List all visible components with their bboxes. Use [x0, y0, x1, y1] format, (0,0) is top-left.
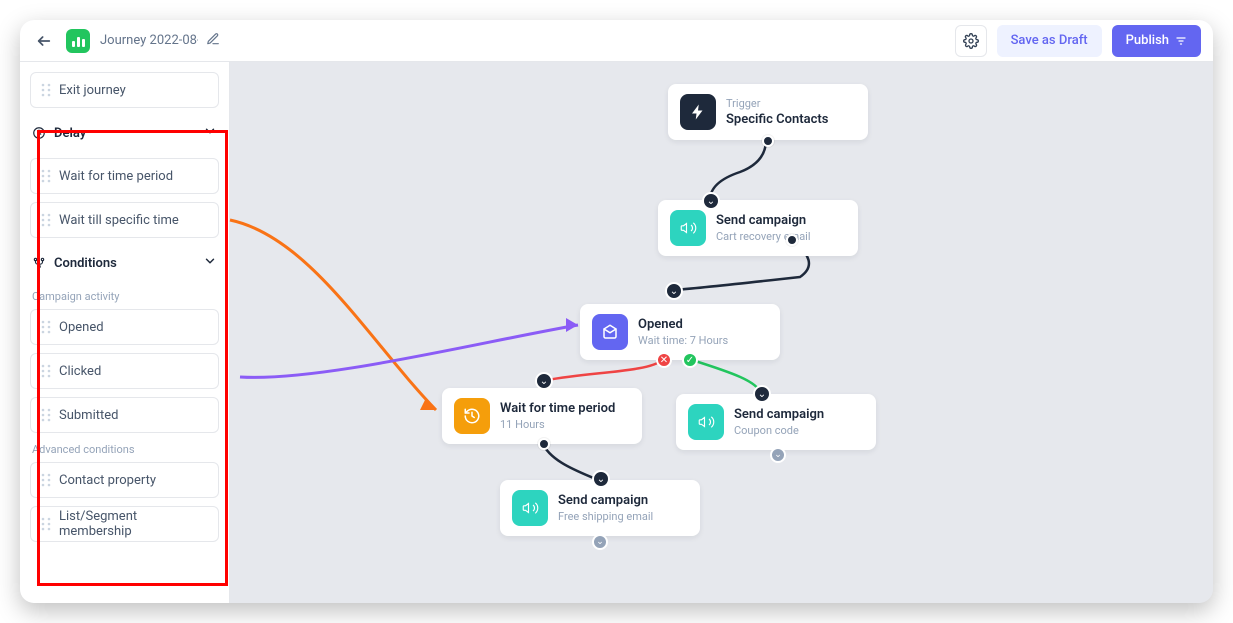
- opened-item[interactable]: Opened: [30, 309, 219, 345]
- drag-icon: [41, 364, 51, 378]
- advanced-conditions-label: Advanced conditions: [30, 441, 219, 462]
- wait-specific-time-item[interactable]: Wait till specific time: [30, 202, 219, 238]
- megaphone-icon: [670, 210, 706, 246]
- back-button[interactable]: [32, 29, 56, 53]
- node-opened[interactable]: Opened Wait time: 7 Hours: [580, 304, 780, 360]
- node-send3-title: Send campaign: [558, 493, 653, 508]
- mail-open-icon: [592, 314, 628, 350]
- history-icon: [454, 398, 490, 434]
- publish-icon: [1175, 35, 1187, 47]
- node-wait-sub: 11 Hours: [500, 418, 615, 431]
- delay-section-header[interactable]: Delay: [30, 116, 219, 150]
- node-send2-title: Send campaign: [734, 407, 824, 422]
- node-send-campaign-2[interactable]: Send campaign Coupon code: [676, 394, 876, 450]
- journey-title[interactable]: Journey 2022-08-3: [100, 33, 198, 48]
- edit-title-icon[interactable]: [206, 32, 220, 50]
- settings-button[interactable]: [955, 25, 987, 57]
- clock-icon: [32, 126, 46, 140]
- node-opened-sub: Wait time: 7 Hours: [638, 334, 728, 347]
- megaphone-icon: [688, 404, 724, 440]
- node-send1-title: Send campaign: [716, 213, 811, 228]
- node-wait[interactable]: Wait for time period 11 Hours: [442, 388, 642, 444]
- drag-icon: [41, 320, 51, 334]
- connector-chevron: ⌄: [753, 385, 771, 403]
- connector-dot: [786, 234, 798, 246]
- connector-chevron: ⌄: [535, 372, 553, 390]
- node-trigger[interactable]: Trigger Specific Contacts: [668, 84, 868, 140]
- chevron-down-icon: [203, 254, 217, 272]
- drag-icon: [41, 83, 51, 97]
- true-branch-icon: ✓: [682, 352, 698, 368]
- connector-chevron: ⌄: [702, 192, 720, 210]
- add-step-button[interactable]: ⌄: [592, 534, 608, 550]
- app-logo: [66, 29, 90, 53]
- save-draft-button[interactable]: Save as Draft: [997, 25, 1102, 57]
- node-wait-title: Wait for time period: [500, 401, 615, 416]
- node-send2-sub: Coupon code: [734, 424, 824, 437]
- chevron-down-icon: [203, 124, 217, 142]
- drag-icon: [41, 517, 51, 531]
- node-send-campaign-3[interactable]: Send campaign Free shipping email: [500, 480, 700, 536]
- add-step-button[interactable]: ⌄: [770, 447, 786, 463]
- submitted-item[interactable]: Submitted: [30, 397, 219, 433]
- node-trigger-label: Trigger: [726, 97, 828, 110]
- drag-icon: [41, 473, 51, 487]
- drag-icon: [41, 169, 51, 183]
- exit-journey-label: Exit journey: [59, 83, 126, 98]
- drag-icon: [41, 408, 51, 422]
- drag-icon: [41, 213, 51, 227]
- branch-icon: [32, 256, 46, 270]
- node-trigger-title: Specific Contacts: [726, 112, 828, 127]
- list-segment-item[interactable]: List/Segment membership: [30, 506, 219, 542]
- node-send3-sub: Free shipping email: [558, 510, 653, 523]
- campaign-activity-label: Campaign activity: [30, 288, 219, 309]
- exit-journey-item[interactable]: Exit journey: [30, 72, 219, 108]
- node-opened-title: Opened: [638, 317, 728, 332]
- wait-period-item[interactable]: Wait for time period: [30, 158, 219, 194]
- connector-chevron: ⌄: [592, 470, 610, 488]
- conditions-section-header[interactable]: Conditions: [30, 246, 219, 280]
- publish-button[interactable]: Publish: [1112, 25, 1201, 57]
- clicked-item[interactable]: Clicked: [30, 353, 219, 389]
- connector-dot: [762, 135, 774, 147]
- bolt-icon: [680, 94, 716, 130]
- node-send-campaign-1[interactable]: Send campaign Cart recovery email: [658, 200, 858, 256]
- contact-property-item[interactable]: Contact property: [30, 462, 219, 498]
- false-branch-icon: ✕: [656, 352, 672, 368]
- megaphone-icon: [512, 490, 548, 526]
- connector-dot: [538, 438, 550, 450]
- connector-chevron: ⌄: [665, 282, 683, 300]
